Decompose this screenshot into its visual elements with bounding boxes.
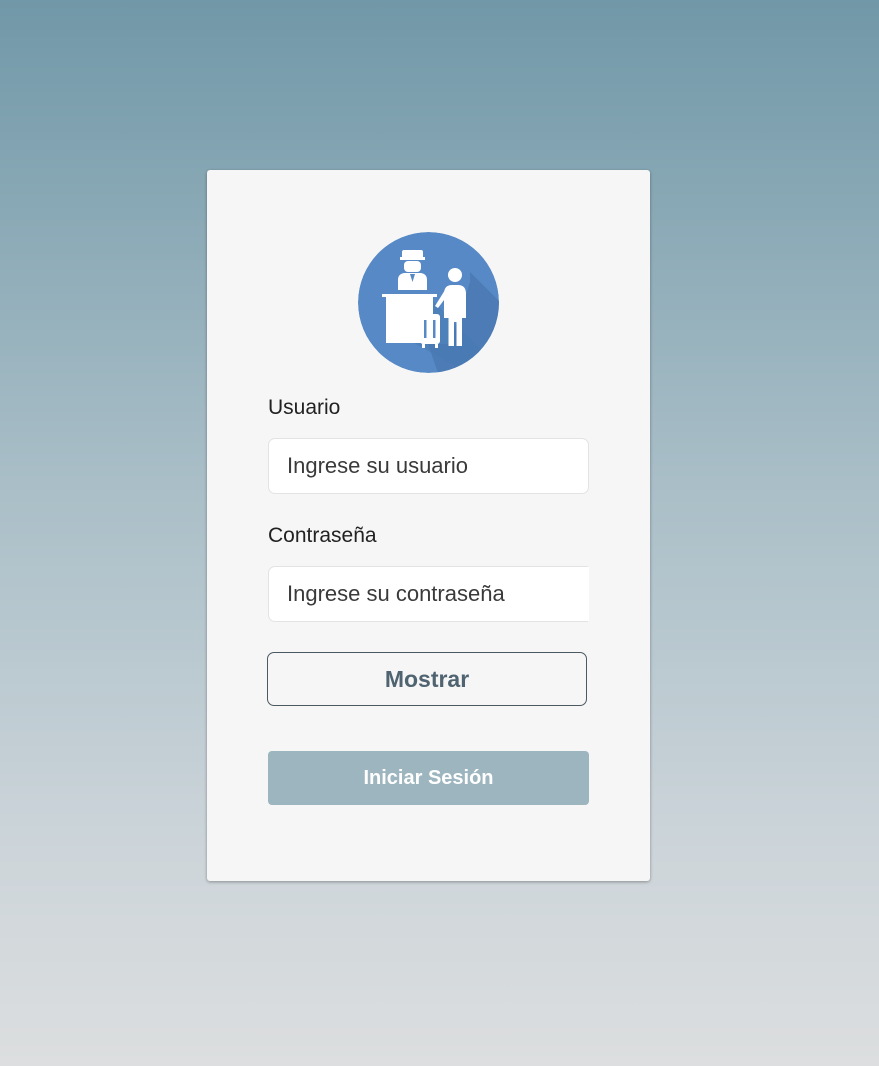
show-password-button[interactable]: Mostrar [267, 652, 587, 706]
password-input[interactable] [268, 566, 589, 622]
username-label: Usuario [268, 396, 341, 419]
login-card: Usuario Contraseña Mostrar Iniciar Sesió… [207, 170, 650, 881]
password-label: Contraseña [268, 524, 377, 547]
username-input[interactable] [268, 438, 589, 494]
login-button[interactable]: Iniciar Sesión [268, 751, 589, 805]
hotel-reception-icon [358, 232, 499, 373]
